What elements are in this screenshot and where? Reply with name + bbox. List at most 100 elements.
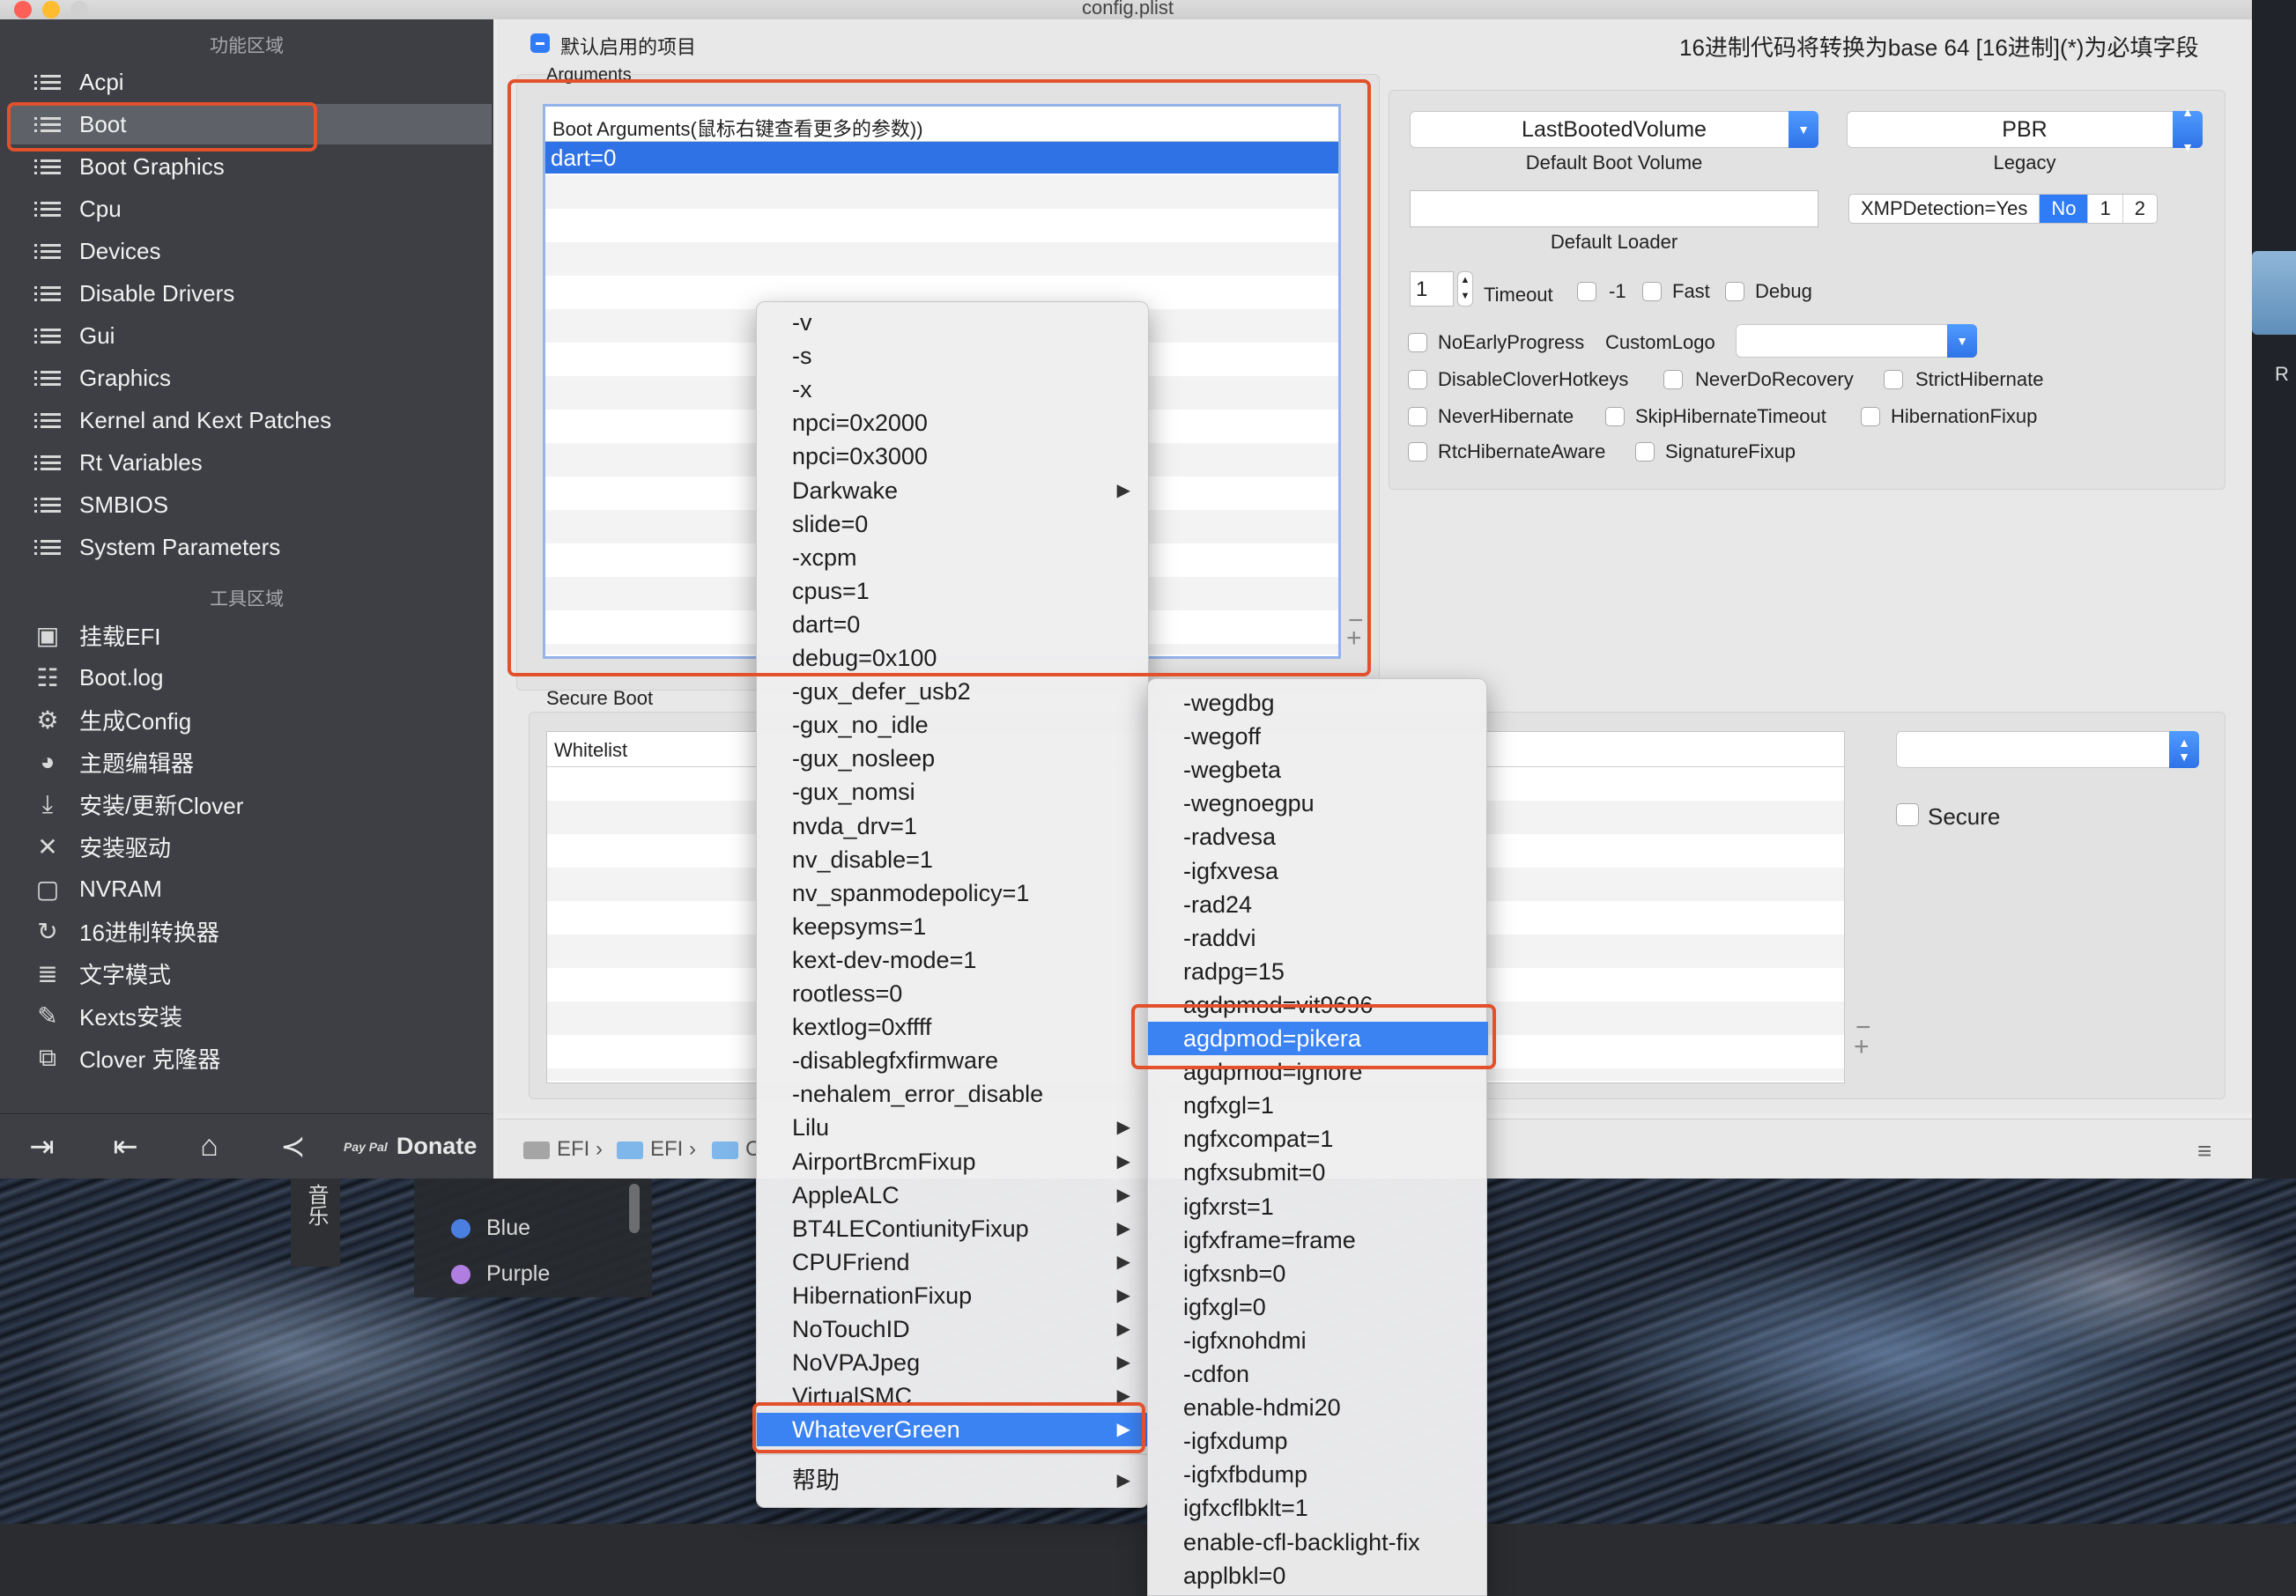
xmp-detection-segmented[interactable]: XMPDetection=Yes No 1 2 bbox=[1848, 194, 2158, 224]
context-menu-item[interactable]: -disablegfxfirmware bbox=[757, 1044, 1150, 1077]
submenu-item[interactable]: ngfxgl=1 bbox=[1148, 1089, 1488, 1122]
fast-checkbox[interactable] bbox=[1642, 282, 1662, 301]
music-item-purple[interactable]: Purple bbox=[451, 1261, 550, 1287]
xmp-segment-yes[interactable]: XMPDetection=Yes bbox=[1849, 195, 2039, 223]
context-menu-item[interactable]: rootless=0 bbox=[757, 977, 1150, 1010]
default-loader-input[interactable] bbox=[1410, 190, 1818, 227]
submenu-item[interactable]: applbkl=0 bbox=[1148, 1559, 1488, 1592]
context-menu-item[interactable]: -gux_defer_usb2 bbox=[757, 675, 1150, 708]
sidebar-tool-kexts-install[interactable]: ✎ Kexts安装 bbox=[9, 995, 492, 1036]
submenu-item[interactable]: radpg=15 bbox=[1148, 955, 1488, 988]
xmp-segment-2[interactable]: 2 bbox=[2122, 195, 2157, 223]
legacy-select[interactable]: PBR ▲ ▼ bbox=[1847, 105, 2203, 154]
submenu-item[interactable]: igfxcflbklt=1 bbox=[1148, 1491, 1488, 1525]
rtc-hibernate-aware-checkbox[interactable] bbox=[1408, 442, 1427, 462]
default-boot-volume-select[interactable]: LastBootedVolume ▼ bbox=[1410, 111, 1818, 148]
close-window-button[interactable] bbox=[14, 1, 32, 18]
submenu-item[interactable]: -igfxdump bbox=[1148, 1424, 1488, 1458]
sidebar-item-system-parameters[interactable]: System Parameters bbox=[9, 527, 492, 567]
sidebar-tool-mount-efi[interactable]: ▣ 挂载EFI bbox=[9, 615, 492, 655]
default-enabled-checkbox[interactable] bbox=[530, 33, 550, 53]
disable-clover-hotkeys-checkbox[interactable] bbox=[1408, 370, 1427, 389]
context-menu-item[interactable]: nv_disable=1 bbox=[757, 843, 1150, 876]
sidebar-tool-hex-converter[interactable]: ↻ 16进制转换器 bbox=[9, 911, 492, 951]
xmp-segment-no[interactable]: No bbox=[2039, 195, 2088, 223]
context-menu-item[interactable]: Lilu ▶ bbox=[757, 1111, 1150, 1144]
submenu-item[interactable]: -cdfon bbox=[1148, 1357, 1488, 1391]
xmp-segment-1[interactable]: 1 bbox=[2087, 195, 2122, 223]
music-widget-tab[interactable]: 音乐 bbox=[291, 1179, 340, 1267]
hibernation-fixup-checkbox[interactable] bbox=[1861, 407, 1880, 426]
context-menu-item[interactable]: BT4LEContiunityFixup ▶ bbox=[757, 1212, 1150, 1245]
submenu-item[interactable]: -wegnoegpu bbox=[1148, 787, 1488, 820]
timeout-stepper[interactable]: ▲ ▼ bbox=[1457, 271, 1473, 307]
sidebar-item-boot-graphics[interactable]: Boot Graphics bbox=[9, 146, 492, 187]
sidebar-tool-install-clover[interactable]: ⤓ 安装/更新Clover bbox=[9, 784, 492, 824]
timeout-input[interactable]: 1 bbox=[1410, 271, 1454, 307]
submenu-item[interactable]: igfxframe=frame bbox=[1148, 1223, 1488, 1257]
sidebar-tool-text-mode[interactable]: ≣ 文字模式 bbox=[9, 953, 492, 994]
submenu-item[interactable]: igfxrst=1 bbox=[1148, 1190, 1488, 1223]
context-menu-item[interactable]: AirportBrcmFixup ▶ bbox=[757, 1145, 1150, 1179]
submenu-item[interactable]: -igfxvesa bbox=[1148, 854, 1488, 888]
signature-fixup-checkbox[interactable] bbox=[1635, 442, 1655, 462]
submenu-item[interactable]: -wegbeta bbox=[1148, 753, 1488, 787]
context-menu-item[interactable]: keepsyms=1 bbox=[757, 910, 1150, 943]
sidebar-item-graphics[interactable]: Graphics bbox=[9, 358, 492, 398]
export-icon[interactable]: ⇤ bbox=[84, 1129, 167, 1164]
sidebar-tool-generate-config[interactable]: ⚙ 生成Config bbox=[9, 699, 492, 740]
submenu-item[interactable]: igfxsnb=0 bbox=[1148, 1257, 1488, 1290]
context-menu-item[interactable]: NoVPAJpeg ▶ bbox=[757, 1346, 1150, 1379]
minimize-window-button[interactable] bbox=[42, 1, 60, 18]
submenu-item[interactable]: -igfxnohdmi bbox=[1148, 1324, 1488, 1357]
context-menu-item[interactable]: NoTouchID ▶ bbox=[757, 1312, 1150, 1346]
home-icon[interactable]: ⌂ bbox=[167, 1129, 251, 1164]
sidebar-item-rt-variables[interactable]: Rt Variables bbox=[9, 442, 492, 483]
music-scrollbar[interactable] bbox=[629, 1184, 640, 1233]
sidebar-item-devices[interactable]: Devices bbox=[9, 231, 492, 271]
submenu-item[interactable]: -radvesa bbox=[1148, 820, 1488, 853]
context-menu-item[interactable]: -gux_nomsi bbox=[757, 775, 1150, 809]
strict-hibernate-checkbox[interactable] bbox=[1884, 370, 1903, 389]
context-menu-item[interactable]: -gux_nosleep bbox=[757, 742, 1150, 775]
add-whitelist-button[interactable]: + bbox=[1854, 1032, 1870, 1062]
sidebar-item-disable-drivers[interactable]: Disable Drivers bbox=[9, 273, 492, 314]
import-icon[interactable]: ⇥ bbox=[0, 1129, 84, 1164]
debug-checkbox[interactable] bbox=[1725, 282, 1744, 301]
sidebar-tool-boot-log[interactable]: ☷ Boot.log bbox=[9, 657, 492, 698]
context-menu-item[interactable]: HibernationFixup ▶ bbox=[757, 1279, 1150, 1312]
sidebar-tool-nvram[interactable]: ▢ NVRAM bbox=[9, 868, 492, 909]
donate-button[interactable]: Pay Pal Donate bbox=[344, 1133, 477, 1160]
context-menu-help[interactable]: 帮助 ▶ bbox=[757, 1464, 1150, 1497]
sidebar-item-kernel-kext-patches[interactable]: Kernel and Kext Patches bbox=[9, 400, 492, 440]
music-item-blue[interactable]: Blue bbox=[451, 1215, 530, 1241]
submenu-item[interactable]: -wegdbg bbox=[1148, 686, 1488, 720]
path-crumb[interactable]: C bbox=[712, 1137, 760, 1162]
context-menu-item[interactable]: -nehalem_error_disable bbox=[757, 1077, 1150, 1111]
submenu-item[interactable]: -wegoff bbox=[1148, 720, 1488, 753]
submenu-item[interactable]: enable-hdmi20 bbox=[1148, 1391, 1488, 1424]
context-menu-item[interactable]: -gux_no_idle bbox=[757, 708, 1150, 742]
submenu-item[interactable]: -rad24 bbox=[1148, 888, 1488, 921]
sidebar-item-cpu[interactable]: Cpu bbox=[9, 188, 492, 229]
minus-one-checkbox[interactable] bbox=[1577, 282, 1596, 301]
submenu-item[interactable]: ngfxcompat=1 bbox=[1148, 1122, 1488, 1156]
never-hibernate-checkbox[interactable] bbox=[1408, 407, 1427, 426]
context-menu-item[interactable]: kextlog=0xffff bbox=[757, 1010, 1150, 1044]
submenu-item[interactable]: ngfxsubmit=0 bbox=[1148, 1156, 1488, 1189]
sidebar-tool-install-drivers[interactable]: ✕ 安装驱动 bbox=[9, 826, 492, 867]
path-crumb[interactable]: EFI › bbox=[617, 1137, 696, 1162]
sidebar-item-gui[interactable]: Gui bbox=[9, 315, 492, 356]
no-early-progress-checkbox[interactable] bbox=[1408, 333, 1427, 352]
path-crumb[interactable]: EFI › bbox=[523, 1137, 603, 1162]
secure-boot-policy-select[interactable]: ▲ ▼ bbox=[1896, 731, 2199, 768]
sidebar-tool-theme-editor[interactable]: ◕ 主题编辑器 bbox=[9, 742, 492, 782]
submenu-item[interactable]: igfxgl=0 bbox=[1148, 1290, 1488, 1324]
submenu-item[interactable]: -raddvi bbox=[1148, 921, 1488, 955]
context-menu-item[interactable]: AppleALC ▶ bbox=[757, 1179, 1150, 1212]
sidebar-tool-clover-cloner[interactable]: ⧉ Clover 克隆器 bbox=[9, 1038, 492, 1078]
context-menu-item[interactable]: CPUFriend ▶ bbox=[757, 1245, 1150, 1279]
submenu-item[interactable]: -igfxfbdump bbox=[1148, 1458, 1488, 1491]
sidebar-item-smbios[interactable]: SMBIOS bbox=[9, 484, 492, 525]
custom-logo-select[interactable]: ▼ bbox=[1736, 324, 1977, 358]
